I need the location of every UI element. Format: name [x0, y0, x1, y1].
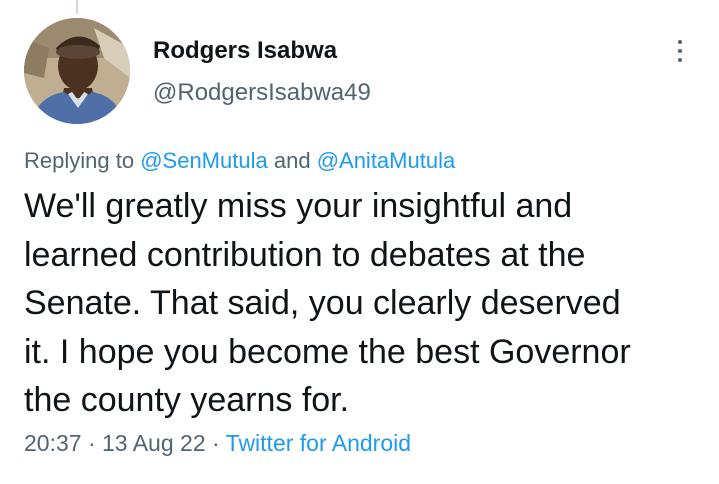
mention-link-senmutula[interactable]: @SenMutula [140, 148, 268, 173]
mention-link-anitamutula[interactable]: @AnitaMutula [317, 148, 456, 173]
tweet-source-link[interactable]: Twitter for Android [226, 430, 411, 456]
tweet-text-line: it. I hope you become the best Governor [24, 332, 631, 371]
more-options-button[interactable] [666, 34, 694, 68]
author-display-name[interactable]: Rodgers Isabwa [153, 37, 337, 65]
thread-connector-line [76, 0, 78, 14]
meta-separator: · [212, 430, 220, 456]
tweet-time[interactable]: 20:37 [24, 430, 82, 456]
tweet-text-line: We'll greatly miss your insightful and [24, 187, 573, 225]
avatar[interactable] [24, 18, 130, 124]
replying-to-prefix: Replying to [24, 148, 135, 173]
tweet-text-line: Senate. That said, you clearly deserved [24, 284, 621, 322]
author-handle[interactable]: @RodgersIsabwa49 [153, 79, 371, 107]
user-avatar-photo-icon [24, 18, 130, 124]
tweet-meta: 20:37 · 13 Aug 22 · Twitter for Android [24, 430, 411, 457]
more-options-icon [678, 40, 682, 44]
meta-separator: · [87, 430, 96, 456]
more-options-icon-dot [678, 49, 682, 53]
tweet-text-line: learned contribution to debates at the [24, 235, 586, 274]
tweet-text: We'll greatly miss your insightful and l… [24, 182, 704, 425]
tweet-date[interactable]: 13 Aug 22 [102, 430, 206, 456]
tweet-text-line: the county yearns for. [24, 381, 350, 419]
replying-to-line: Replying to @SenMutula and @AnitaMutula [24, 148, 455, 174]
more-options-icon-dot [678, 58, 682, 62]
replying-to-conjunction: and [273, 148, 311, 173]
